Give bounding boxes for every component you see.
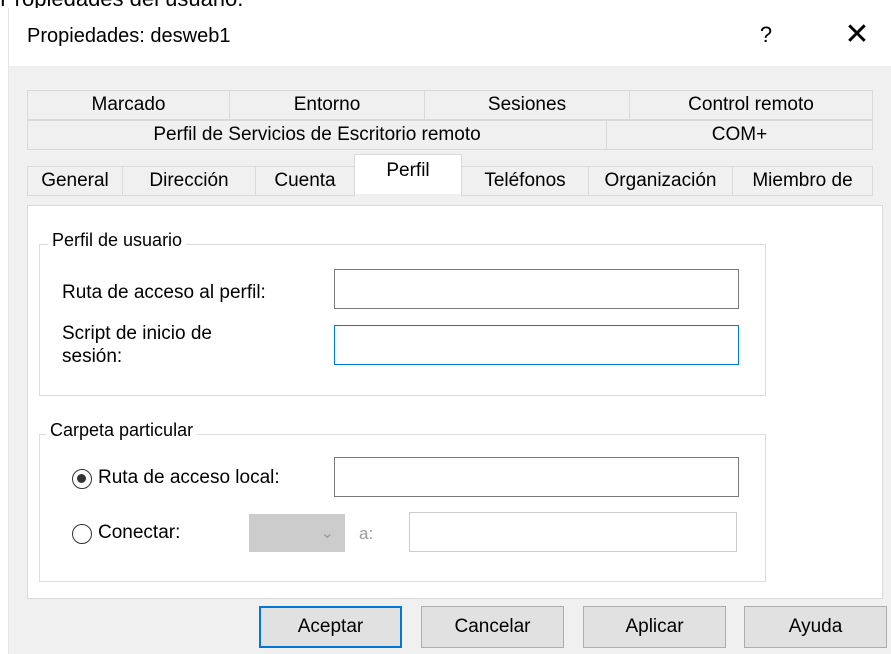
tab-perfil-servicios-escritorio-remoto[interactable]: Perfil de Servicios de Escritorio remoto <box>27 120 607 150</box>
tab-com-plus[interactable]: COM+ <box>606 120 873 150</box>
close-icon[interactable]: ✕ <box>839 18 875 52</box>
help-icon[interactable]: ? <box>754 20 778 50</box>
tab-general[interactable]: General <box>27 166 123 196</box>
conectar-radio[interactable] <box>72 524 92 544</box>
perfil-panel: Perfil de usuario Ruta de acceso al perf… <box>27 205 883 599</box>
ayuda-button[interactable]: Ayuda <box>744 606 887 648</box>
radio-selected-dot <box>77 474 86 483</box>
ruta-local-radio[interactable] <box>72 469 92 489</box>
a-label: a: <box>359 524 374 543</box>
tab-marcado[interactable]: Marcado <box>27 90 230 120</box>
drive-letter-combo[interactable]: ⌄ <box>249 514 345 552</box>
tab-miembro-de[interactable]: Miembro de <box>732 166 873 196</box>
tab-telefonos[interactable]: Teléfonos <box>461 166 589 196</box>
tab-entorno[interactable]: Entorno <box>229 90 425 120</box>
aceptar-button[interactable]: Aceptar <box>259 606 402 648</box>
tab-direccion[interactable]: Dirección <box>122 166 256 196</box>
script-inicio-input[interactable] <box>334 325 739 365</box>
ruta-local-input[interactable] <box>334 457 739 497</box>
window-title: Propiedades: desweb1 <box>27 25 231 47</box>
aplicar-button[interactable]: Aplicar <box>583 606 726 648</box>
perfil-usuario-group <box>39 244 766 396</box>
conectar-path-input[interactable] <box>409 512 737 552</box>
script-label-line2: sesión: <box>62 346 123 367</box>
conectar-label[interactable]: Conectar: <box>98 522 180 544</box>
tab-cuenta[interactable]: Cuenta <box>255 166 355 196</box>
tab-control-remoto[interactable]: Control remoto <box>629 90 873 120</box>
script-label-line1: Script de inicio de <box>62 323 212 344</box>
ruta-local-label[interactable]: Ruta de acceso local: <box>98 467 280 489</box>
perfil-usuario-legend: Perfil de usuario <box>48 230 187 251</box>
properties-dialog: Propiedades: desweb1 ? ✕ Marcado Entorno… <box>8 8 891 654</box>
carpeta-particular-legend: Carpeta particular <box>46 420 198 441</box>
title-bar: Propiedades: desweb1 ? ✕ <box>9 8 891 66</box>
chevron-down-icon: ⌄ <box>320 525 334 542</box>
ruta-perfil-label: Ruta de acceso al perfil: <box>62 282 266 303</box>
tab-organizacion[interactable]: Organización <box>588 166 733 196</box>
tab-perfil[interactable]: Perfil <box>354 154 462 194</box>
tab-sesiones[interactable]: Sesiones <box>424 90 630 120</box>
cancelar-button[interactable]: Cancelar <box>421 606 564 648</box>
ruta-perfil-input[interactable] <box>334 269 739 309</box>
